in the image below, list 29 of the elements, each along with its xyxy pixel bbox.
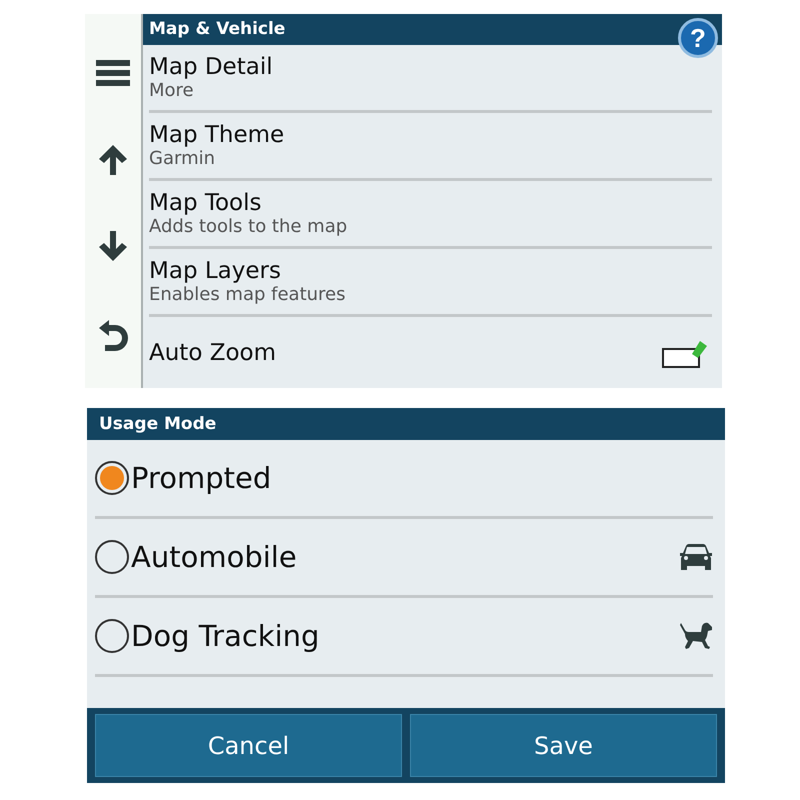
settings-item[interactable]: Map Layers Enables map features <box>149 249 712 317</box>
dialog-button[interactable]: Cancel <box>95 714 402 777</box>
option-label[interactable]: Dog Tracking <box>131 619 677 653</box>
item-title: Map Detail <box>149 54 273 80</box>
settings-item[interactable]: Auto Zoom <box>149 317 712 388</box>
help-button[interactable]: ? <box>678 18 718 58</box>
dialog-title: Usage Mode <box>87 408 725 440</box>
item-subtitle: Adds tools to the map <box>149 216 348 237</box>
radio-button[interactable] <box>95 619 129 653</box>
arrow-down-icon[interactable] <box>97 231 129 264</box>
item-subtitle: Enables map features <box>149 284 346 305</box>
dog-icon <box>679 621 713 651</box>
option-label[interactable]: Prompted <box>131 461 713 495</box>
menu-icon[interactable] <box>96 60 130 86</box>
settings-item[interactable]: Map Theme Garmin <box>149 113 712 181</box>
settings-item[interactable]: Map Tools Adds tools to the map <box>149 181 712 249</box>
radio-button[interactable] <box>95 461 129 495</box>
car-icon <box>679 543 713 571</box>
item-subtitle: Garmin <box>149 148 216 169</box>
item-title: Auto Zoom <box>149 340 276 366</box>
radio-button[interactable] <box>95 540 129 574</box>
arrow-up-icon[interactable] <box>97 142 129 175</box>
dialog-button[interactable]: Save <box>410 714 717 777</box>
item-title: Map Layers <box>149 258 282 284</box>
option-label[interactable]: Automobile <box>131 540 677 574</box>
back-arrow-icon[interactable] <box>97 320 129 352</box>
item-title: Map Tools <box>149 190 263 216</box>
item-subtitle: More <box>149 80 195 101</box>
item-title: Map Theme <box>149 122 284 148</box>
